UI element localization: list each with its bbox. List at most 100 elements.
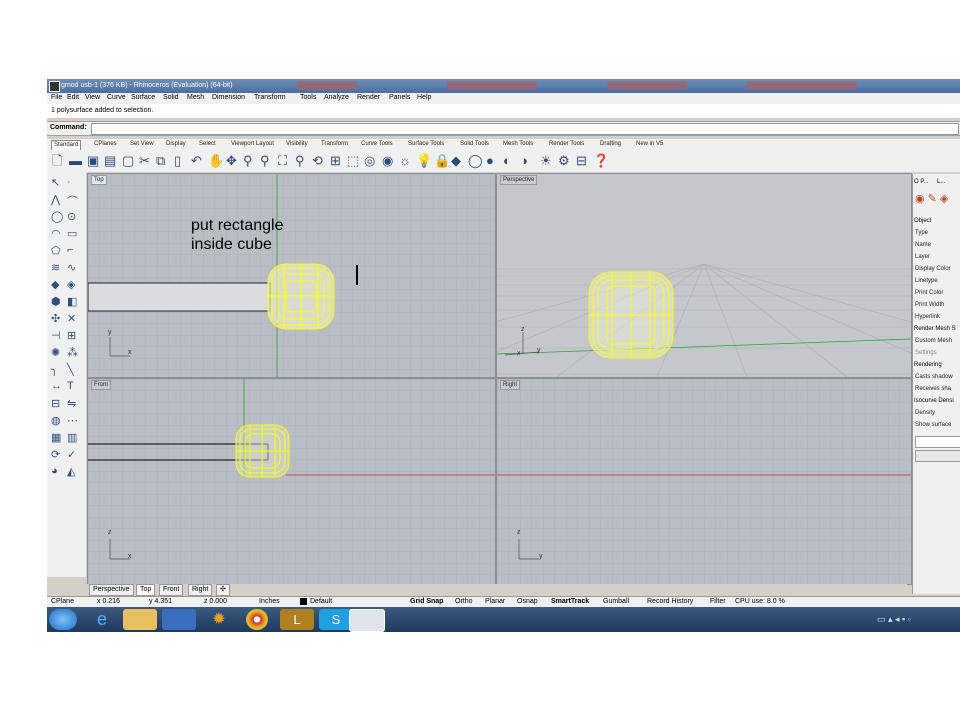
environment-icon[interactable]: ◭ (67, 465, 75, 478)
vptab-top[interactable]: Top (136, 584, 156, 596)
transform-icon[interactable]: ⟳ (51, 448, 60, 461)
fillet-curve-icon[interactable]: ⌐ (67, 244, 73, 256)
join-icon[interactable]: ⊞ (67, 329, 76, 342)
fillet-edge-icon[interactable]: ╮ (51, 363, 58, 376)
circle-icon[interactable]: ◯ (51, 210, 63, 223)
polygon-icon[interactable]: ⬠ (51, 244, 61, 257)
tab-drafting[interactable]: Drafting (600, 140, 621, 149)
lock-icon[interactable]: 🔒 (434, 153, 450, 169)
vptab-right[interactable]: Right (188, 584, 213, 596)
panel-tab-layers[interactable]: L... (937, 179, 945, 185)
polyline-icon[interactable]: ⋀ (51, 193, 60, 206)
undo-icon[interactable]: ↶ (191, 153, 202, 169)
menu-panels[interactable]: Panels (389, 94, 410, 101)
box-icon[interactable]: ◧ (67, 295, 77, 308)
properties-icon[interactable]: ◯ (468, 153, 483, 169)
panel-button[interactable] (915, 436, 960, 448)
import-icon[interactable]: ▢ (122, 153, 134, 169)
save-icon[interactable]: ▣ (87, 153, 99, 169)
viewport-title-perspective[interactable]: Perspective (500, 175, 538, 185)
media-player-icon[interactable] (162, 609, 196, 630)
toggle-smarttrack[interactable]: SmartTrack (551, 598, 589, 605)
chamfer-icon[interactable]: ╲ (67, 363, 74, 376)
zoom-icon[interactable]: ⚲ (243, 153, 253, 169)
dimension-icon[interactable]: ↔ (51, 380, 62, 392)
menu-tools[interactable]: Tools (300, 94, 316, 101)
surface-icon[interactable]: ◆ (51, 278, 59, 291)
zoom-extents-icon[interactable]: ⛶ (278, 153, 287, 169)
toggle-filter[interactable]: Filter (710, 598, 726, 605)
menu-help[interactable]: Help (417, 94, 431, 101)
rhino-taskbar-icon[interactable] (349, 609, 385, 632)
menu-analyze[interactable]: Analyze (324, 94, 349, 101)
viewport-title-right[interactable]: Right (500, 380, 521, 390)
tab-new-in-v5[interactable]: New in V5 (636, 140, 663, 149)
menu-curve[interactable]: Curve (107, 94, 126, 101)
menu-view[interactable]: View (85, 94, 100, 101)
pan-hand-icon[interactable]: ✋ (208, 153, 224, 169)
tab-viewport-layout[interactable]: Viewport Layout (231, 140, 274, 149)
tab-render-tools[interactable]: Render Tools (549, 140, 584, 149)
trim-icon[interactable]: ⊣ (51, 329, 61, 342)
paste-icon[interactable]: ▯ (174, 153, 181, 169)
toggle-grid-snap[interactable]: Grid Snap (410, 598, 443, 605)
tab-transform[interactable]: Transform (321, 140, 348, 149)
group-icon[interactable]: ⁂ (67, 346, 78, 359)
cut-icon[interactable]: ✂ (139, 153, 150, 169)
tab-visibility[interactable]: Visibility (286, 140, 308, 149)
explode-icon[interactable]: ✺ (51, 346, 60, 359)
new-file-icon[interactable]: 🗋 (52, 153, 62, 169)
text-icon[interactable]: T (67, 380, 74, 392)
viewport-title-front[interactable]: Front (91, 380, 112, 390)
toggle-planar[interactable]: Planar (485, 598, 505, 605)
filter-icon[interactable]: ◉ (382, 153, 393, 169)
tab-surface-tools[interactable]: Surface Tools (408, 140, 444, 149)
tab-solid-tools[interactable]: Solid Tools (460, 140, 489, 149)
match-button[interactable] (915, 450, 960, 462)
mirror-icon[interactable]: ⇋ (67, 397, 76, 410)
move-icon[interactable]: ✥ (226, 153, 237, 169)
materials-icon[interactable]: ◑ (520, 153, 528, 169)
boolean-icon[interactable]: ◍ (51, 414, 61, 427)
rectangle-object[interactable] (88, 282, 271, 312)
options-icon[interactable]: ⊟ (576, 153, 587, 169)
sun-app-icon[interactable]: ✹ (202, 609, 236, 630)
point-icon[interactable]: · (67, 176, 71, 188)
file-explorer-icon[interactable] (123, 609, 157, 630)
tab-select[interactable]: Select (199, 140, 216, 149)
toggle-osnap[interactable]: Osnap (517, 598, 538, 605)
grid-array-icon[interactable]: ▦ (51, 431, 61, 444)
add-viewport-icon[interactable]: ✣ (216, 584, 230, 596)
render-preview-icon[interactable]: ◐ (503, 153, 511, 169)
grid-options-icon[interactable]: ⚙ (558, 153, 570, 169)
cplane-icon[interactable]: ⬚ (347, 153, 359, 169)
menu-edit[interactable]: Edit (67, 94, 79, 101)
copy-icon[interactable]: ⧉ (156, 153, 165, 169)
viewport-front[interactable]: z x Front (87, 378, 496, 585)
arc-icon[interactable]: ◠ (51, 227, 61, 240)
tab-cplanes[interactable]: CPlanes (94, 140, 117, 149)
menu-surface[interactable]: Surface (131, 94, 155, 101)
zoom-selected-icon[interactable]: ⚲ (295, 153, 305, 169)
viewport-perspective[interactable]: z x y Perspective (496, 173, 912, 378)
array-icon[interactable]: ⊟ (51, 397, 60, 410)
menu-solid[interactable]: Solid (163, 94, 179, 101)
select-arrow-icon[interactable]: ↖ (51, 176, 60, 189)
toggle-record-history[interactable]: Record History (647, 598, 693, 605)
open-folder-icon[interactable]: ▬ (69, 153, 82, 169)
panel-tab-properties[interactable]: O P... (914, 179, 929, 185)
selected-rounded-cube[interactable] (267, 263, 335, 330)
league-icon[interactable]: L (280, 609, 314, 630)
mesh-icon[interactable]: ✣ (51, 312, 60, 325)
curve-icon[interactable]: ⌒ (67, 193, 78, 209)
split-icon[interactable]: ✕ (67, 312, 76, 325)
help-icon[interactable]: ❓ (593, 153, 609, 169)
material-icon[interactable]: ◉ ✎ ◈ (915, 192, 948, 205)
vptab-front[interactable]: Front (159, 584, 184, 596)
status-layer[interactable]: Default (310, 598, 332, 605)
tab-mesh-tools[interactable]: Mesh Tools (503, 140, 533, 149)
menu-dimension[interactable]: Dimension (212, 94, 245, 101)
skype-icon[interactable]: S (319, 609, 353, 630)
internet-explorer-icon[interactable]: e (85, 609, 119, 630)
viewport-title-top[interactable]: Top (91, 175, 107, 185)
